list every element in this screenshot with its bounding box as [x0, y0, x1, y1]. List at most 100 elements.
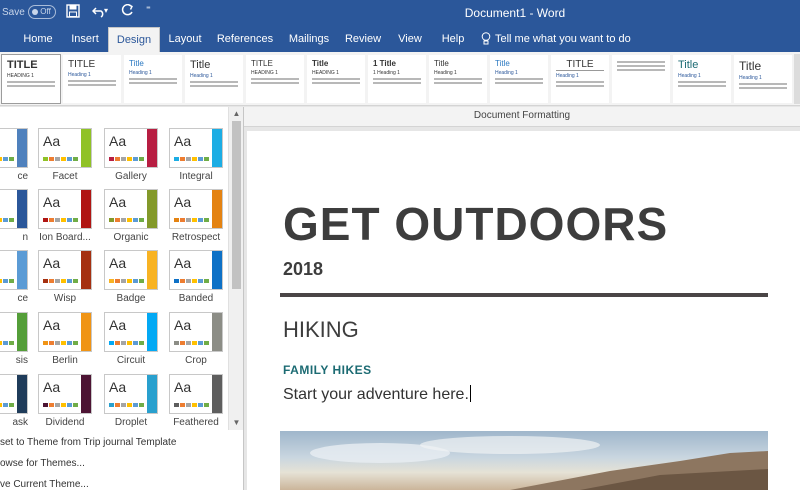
theme-option[interactable]: Aa sis — [0, 312, 30, 370]
tab-design[interactable]: Design — [108, 27, 160, 52]
customize-icon[interactable]: ⁼ — [146, 4, 151, 15]
theme-option[interactable]: Aa Integral — [169, 128, 225, 186]
theme-name: Retrospect — [171, 232, 221, 243]
theme-font-sample: Aa — [174, 255, 192, 271]
scroll-up-icon[interactable]: ▲ — [229, 108, 244, 120]
theme-accent-band — [212, 251, 222, 289]
autosave-toggle[interactable]: Save Off — [2, 5, 56, 19]
theme-font-sample: Aa — [174, 194, 192, 210]
theme-color-swatch — [198, 279, 203, 283]
theme-color-swatch — [43, 341, 48, 345]
style-set-item[interactable]: Title Heading 1 — [124, 55, 182, 103]
style-set-item[interactable]: TITLE Heading 1 — [551, 55, 609, 103]
theme-thumbnail: Aa — [169, 128, 223, 168]
theme-option[interactable]: Aa ask — [0, 374, 30, 432]
theme-option[interactable]: Aa Gallery — [104, 128, 160, 186]
style-set-item[interactable]: 1 Title 1 Heading 1 — [368, 55, 426, 103]
theme-color-swatch — [55, 403, 60, 407]
style-set-item[interactable]: Title Heading 1 — [734, 55, 792, 103]
style-set-item[interactable]: TITLE HEADING 1 — [1, 54, 61, 104]
theme-thumbnail: Aa — [38, 189, 92, 229]
document-page[interactable]: GET OUTDOORS 2018 HIKING FAMILY HIKES St… — [247, 131, 800, 490]
style-set-item[interactable]: Title Heading 1 — [673, 55, 731, 103]
theme-color-swatch — [109, 403, 114, 407]
style-set-item[interactable]: Title Heading 1 — [429, 55, 487, 103]
theme-accent-band — [147, 251, 157, 289]
theme-option[interactable]: Aa ce — [0, 128, 30, 186]
theme-accent-band — [212, 313, 222, 351]
reset-theme-option[interactable]: set to Theme from Trip journal Template — [0, 437, 176, 448]
save-icon[interactable] — [66, 4, 80, 21]
theme-color-swatch — [61, 341, 66, 345]
scroll-down-icon[interactable]: ▼ — [229, 417, 244, 429]
theme-color-swatch — [204, 157, 209, 161]
theme-color-swatch — [73, 218, 78, 222]
redo-icon[interactable] — [120, 3, 134, 21]
theme-accent-band — [81, 129, 91, 167]
style-set-item[interactable]: TITLE Heading 1 — [63, 55, 121, 103]
theme-option[interactable]: Aa Circuit — [104, 312, 160, 370]
theme-color-swatch — [127, 279, 132, 283]
themes-scrollbar[interactable]: ▲ ▼ — [228, 107, 243, 430]
undo-dropdown-icon[interactable]: ▾ — [104, 6, 108, 15]
theme-option[interactable]: Aa Berlin — [38, 312, 94, 370]
save-theme-option[interactable]: ve Current Theme... — [0, 479, 89, 490]
theme-color-swatch — [3, 279, 8, 283]
theme-option[interactable]: Aa Organic — [104, 189, 160, 247]
tab-home[interactable]: Home — [14, 27, 62, 52]
theme-option[interactable]: Aa Banded — [169, 250, 225, 308]
tab-insert[interactable]: Insert — [63, 27, 107, 52]
section-heading[interactable]: HIKING — [283, 317, 359, 343]
style-set-item[interactable] — [612, 55, 670, 103]
style-set-item[interactable]: TITLE HEADING 1 — [246, 55, 304, 103]
theme-color-swatch — [67, 218, 72, 222]
theme-accent-band — [212, 129, 222, 167]
style-set-item[interactable]: Title HEADING 1 — [307, 55, 365, 103]
theme-accent-band — [17, 313, 27, 351]
theme-option[interactable]: Aa n — [0, 189, 30, 247]
theme-color-swatch — [0, 218, 2, 222]
tab-references[interactable]: References — [210, 27, 280, 52]
theme-option[interactable]: Aa Facet — [38, 128, 94, 186]
document-year[interactable]: 2018 — [283, 259, 323, 280]
theme-option[interactable]: Aa Retrospect — [169, 189, 225, 247]
theme-accent-band — [81, 313, 91, 351]
theme-color-swatch — [133, 341, 138, 345]
theme-name: ce — [17, 171, 28, 182]
body-text[interactable]: Start your adventure here. — [283, 385, 471, 404]
tab-review[interactable]: Review — [338, 27, 388, 52]
tab-mailings[interactable]: Mailings — [282, 27, 336, 52]
theme-option[interactable]: Aa Crop — [169, 312, 225, 370]
autosave-switch[interactable]: Off — [27, 5, 56, 19]
theme-accent-band — [17, 375, 27, 413]
theme-option[interactable]: Aa Droplet — [104, 374, 160, 432]
theme-color-swatch — [55, 341, 60, 345]
theme-name: ce — [17, 293, 28, 304]
theme-font-sample: Aa — [43, 379, 61, 395]
tab-view[interactable]: View — [390, 27, 430, 52]
theme-font-sample: Aa — [43, 255, 61, 271]
style-set-item[interactable]: Title Heading 1 — [490, 55, 548, 103]
theme-accent-band — [17, 129, 27, 167]
theme-thumbnail: Aa — [0, 374, 28, 414]
theme-option[interactable]: Aa Feathered — [169, 374, 225, 432]
theme-option[interactable]: Aa Dividend — [38, 374, 94, 432]
tab-layout[interactable]: Layout — [162, 27, 208, 52]
theme-color-swatch — [133, 157, 138, 161]
theme-font-sample: Aa — [109, 317, 127, 333]
theme-color-swatch — [192, 341, 197, 345]
tab-help[interactable]: Help — [432, 27, 474, 52]
theme-color-swatch — [186, 218, 191, 222]
theme-option[interactable]: Aa Badge — [104, 250, 160, 308]
tell-me-search[interactable]: Tell me what you want to do — [481, 32, 631, 45]
document-headline[interactable]: GET OUTDOORS — [283, 197, 668, 251]
browse-themes-option[interactable]: owse for Themes... — [0, 458, 85, 469]
theme-option[interactable]: Aa Wisp — [38, 250, 94, 308]
subheading[interactable]: FAMILY HIKES — [283, 363, 372, 377]
scroll-thumb[interactable] — [232, 121, 241, 289]
theme-option[interactable]: Aa Ion Board... — [38, 189, 94, 247]
gallery-scrollbar[interactable] — [794, 54, 800, 104]
style-set-item[interactable]: Title Heading 1 — [185, 55, 243, 103]
cover-photo[interactable] — [280, 431, 768, 490]
theme-option[interactable]: Aa ce — [0, 250, 30, 308]
